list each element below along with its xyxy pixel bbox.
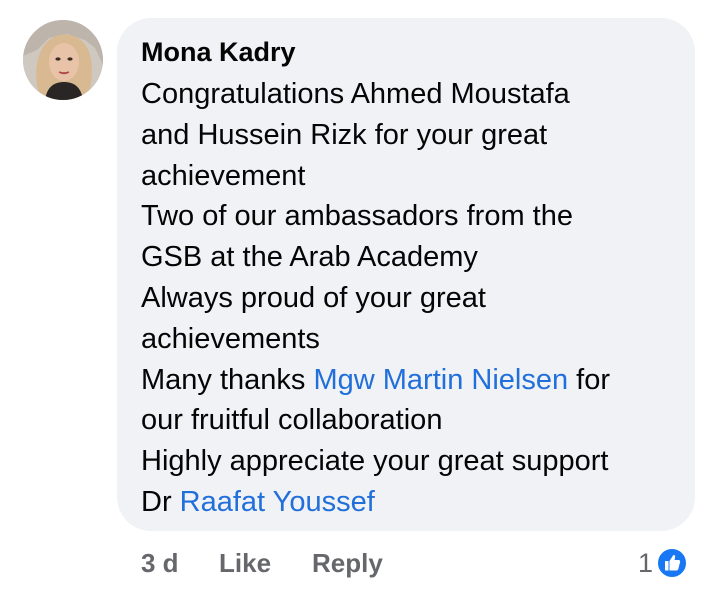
comment-text: for: [568, 363, 611, 396]
comment-line: Two of our ambassadors from the: [141, 200, 573, 233]
comment-bubble: Mona Kadry Congratulations Ahmed Moustaf…: [117, 18, 695, 531]
reaction-count: 1: [638, 548, 654, 578]
mention-link[interactable]: Mgw Martin Nielsen: [313, 364, 568, 396]
comment-line: Always proud of your great: [141, 281, 486, 314]
comment-line: achievements: [141, 322, 320, 355]
comment-text: Many thanks: [141, 363, 314, 396]
comment-line: Congratulations Ahmed Moustafa: [141, 78, 570, 110]
comment-text: Dr: [141, 485, 180, 518]
profile-photo-icon: [23, 20, 103, 100]
comment-line: Highly appreciate your great support: [141, 445, 609, 478]
comment-line: achievement: [141, 159, 306, 192]
comment-line: Dr Raafat Youssef: [141, 482, 610, 523]
comment-line: Many thanks Mgw Martin Nielsen for: [141, 360, 610, 401]
comment-timestamp[interactable]: 3 d: [141, 545, 179, 581]
like-button[interactable]: Like: [219, 545, 271, 581]
avatar[interactable]: [23, 20, 103, 100]
comment-line: GSB at the Arab Academy: [141, 241, 478, 274]
comment-line: our fruitful collaboration: [141, 404, 443, 437]
mention-link[interactable]: Raafat Youssef: [180, 486, 375, 518]
comment-author[interactable]: Mona Kadry: [141, 34, 296, 70]
comment-line: and Hussein Rizk for your great: [141, 118, 548, 151]
comment-body: Congratulations Ahmed Moustafa and Husse…: [141, 74, 610, 523]
reply-button[interactable]: Reply: [312, 545, 383, 581]
like-icon: [656, 547, 689, 579]
reaction-summary[interactable]: 1: [638, 545, 689, 581]
